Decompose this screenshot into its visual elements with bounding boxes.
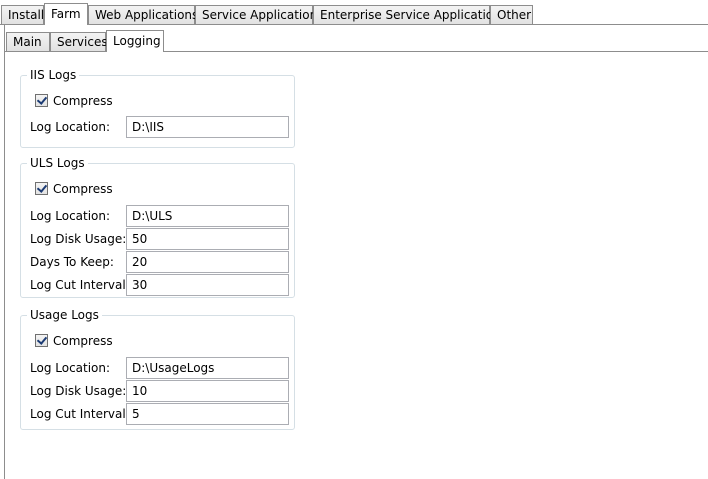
usage-log-cut-interval-input[interactable] [126,403,289,425]
uls-log-location-label: Log Location: [30,209,111,223]
iis-logs-legend: IIS Logs [27,67,80,83]
iis-log-location-input[interactable] [126,116,289,138]
iis-compress-label: Compress [53,94,113,108]
uls-log-cut-interval-input[interactable] [126,274,289,296]
uls-days-to-keep-label: Days To Keep: [30,255,114,269]
usage-log-disk-usage-input[interactable] [126,380,289,402]
uls-log-location-row: Log Location: [30,205,290,227]
main-tab-divider [0,24,708,25]
tab-other[interactable]: Other [490,5,533,24]
uls-compress-checkbox[interactable] [35,182,48,195]
uls-log-disk-usage-label: Log Disk Usage: [30,232,127,246]
usage-log-disk-usage-row: Log Disk Usage: [30,380,290,402]
tab-enterprise-service-applications[interactable]: Enterprise Service Applications [313,5,507,24]
uls-compress-label: Compress [53,182,113,196]
tab-install[interactable]: Install [1,5,44,24]
tab-main[interactable]: Main [6,32,50,51]
usage-compress-label: Compress [53,334,113,348]
usage-logs-group: Usage Logs Compress Log Location: Log Di… [20,307,295,430]
tab-web-applications[interactable]: Web Applications [88,5,198,24]
iis-log-location-label: Log Location: [30,120,111,134]
uls-days-to-keep-row: Days To Keep: [30,251,290,273]
uls-log-disk-usage-row: Log Disk Usage: [30,228,290,250]
uls-logs-group: ULS Logs Compress Log Location: Log Disk… [20,155,295,298]
content-frame-border [4,25,5,479]
iis-logs-group: IIS Logs Compress Log Location: [20,67,295,148]
uls-logs-legend: ULS Logs [27,155,88,171]
usage-log-location-row: Log Location: [30,357,290,379]
tab-services[interactable]: Services [50,32,108,51]
usage-logs-legend: Usage Logs [27,307,102,323]
uls-log-cut-interval-label: Log Cut Interval: [30,278,130,292]
uls-log-location-input[interactable] [126,205,289,227]
uls-log-cut-interval-row: Log Cut Interval: [30,274,290,296]
usage-log-location-input[interactable] [126,357,289,379]
usage-log-disk-usage-label: Log Disk Usage: [30,384,127,398]
uls-log-disk-usage-input[interactable] [126,228,289,250]
usage-compress-checkbox[interactable] [35,334,48,347]
iis-log-location-row: Log Location: [30,116,290,138]
tab-farm[interactable]: Farm [44,3,88,25]
tab-service-applications[interactable]: Service Applications [195,5,323,24]
iis-compress-checkbox[interactable] [35,94,48,107]
usage-log-cut-interval-row: Log Cut Interval: [30,403,290,425]
usage-log-location-label: Log Location: [30,361,111,375]
usage-log-cut-interval-label: Log Cut Interval: [30,407,130,421]
uls-days-to-keep-input[interactable] [126,251,289,273]
tab-logging[interactable]: Logging [106,30,164,52]
